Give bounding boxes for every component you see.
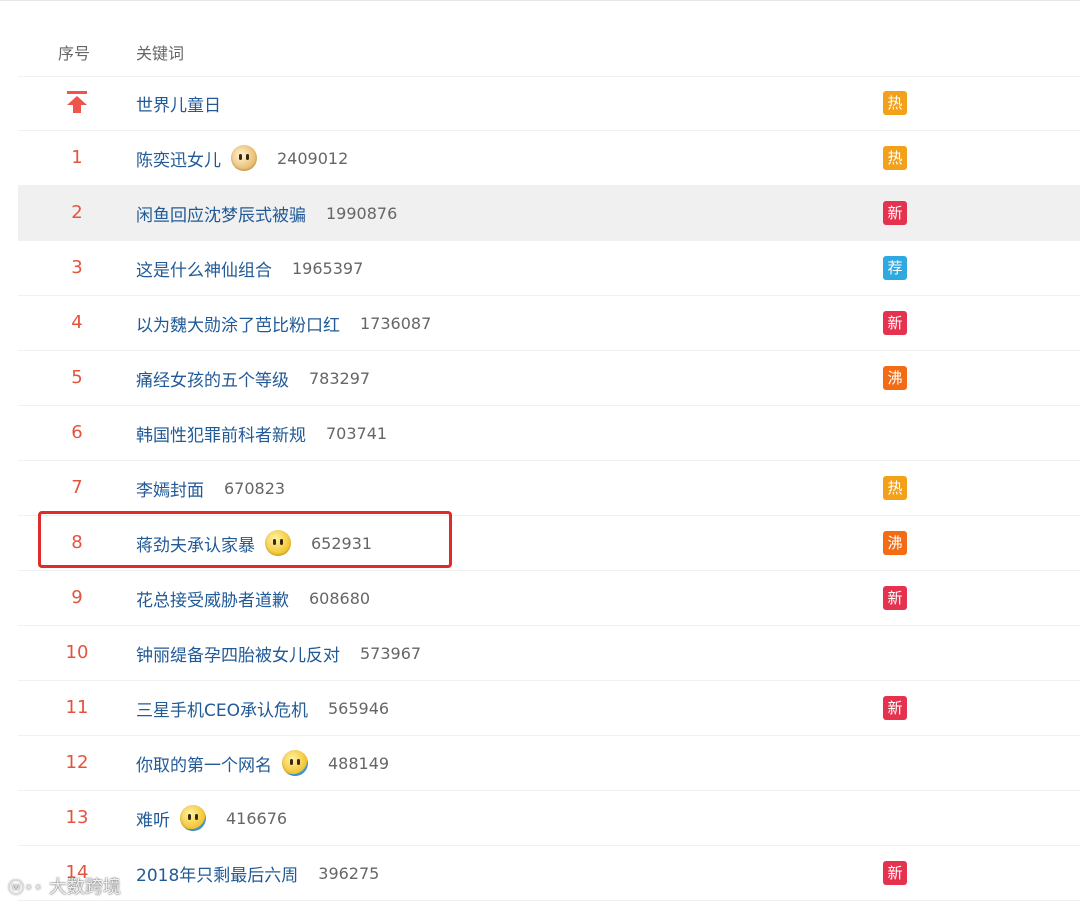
keyword-cell: 这是什么神仙组合 1965397 [136,241,363,295]
search-count: 488149 [328,753,390,773]
keyword-cell: 世界儿童日 [136,76,221,130]
rank-number: 4 [71,312,83,333]
table-row: 5 痛经女孩的五个等级 783297 沸 [18,351,1080,406]
keyword-link[interactable]: 你取的第一个网名 [136,751,272,776]
table-row: 9 花总接受威胁者道歉 608680 新 [18,571,1080,626]
search-count: 1965397 [292,258,364,278]
keyword-link[interactable]: 以为魏大勋涂了芭比粉口红 [136,311,340,336]
hot-search-list: 世界儿童日热 1 陈奕迅女儿 2409012 热 2 闲鱼回应沈梦辰式被骗 1990876 新 3… [18,76,1080,901]
header-index: 序号 [58,44,91,63]
rank-number: 5 [71,367,83,388]
dog-face-icon [231,145,257,171]
status-badge: 新 [883,861,907,885]
keyword-link[interactable]: 痛经女孩的五个等级 [136,366,289,391]
table-row: 2 闲鱼回应沈梦辰式被骗 1990876 新 [18,186,1080,241]
keyword-cell: 李嫣封面 670823 [136,461,285,515]
table-row: 10 钟丽缇备孕四胎被女儿反对 573967 [18,626,1080,681]
rank-number: 10 [65,642,89,663]
status-badge: 沸 [883,531,907,555]
keyword-cell: 三星手机CEO承认危机 565946 [136,681,389,735]
keyword-link[interactable]: 这是什么神仙组合 [136,256,272,281]
rank-number: 6 [71,422,83,443]
keyword-cell: 你取的第一个网名 488149 [136,736,389,790]
status-badge: 热 [883,146,907,170]
table-row: 6 韩国性犯罪前科者新规 703741 [18,406,1080,461]
keyword-link[interactable]: 世界儿童日 [136,91,221,116]
search-count: 608680 [309,588,371,608]
header-keyword: 关键词 [136,44,185,63]
search-count: 565946 [328,698,390,718]
search-count: 783297 [309,368,371,388]
keyword-cell: 难听 416676 [136,791,287,845]
table-row: 11 三星手机CEO承认危机 565946 新 [18,681,1080,736]
status-badge: 新 [883,586,907,610]
search-count: 670823 [224,478,286,498]
status-badge: 新 [883,201,907,225]
status-badge: 沸 [883,366,907,390]
search-count: 573967 [360,643,422,663]
keyword-cell: 闲鱼回应沈梦辰式被骗 1990876 [136,186,397,240]
highlight-annotation-box [38,511,452,568]
status-badge: 荐 [883,256,907,280]
search-count: 703741 [326,423,388,443]
table-row: 4 以为魏大勋涂了芭比粉口红 1736087 新 [18,296,1080,351]
keyword-link[interactable]: 2018年只剩最后六周 [136,861,298,886]
keyword-link[interactable]: 钟丽缇备孕四胎被女儿反对 [136,641,340,666]
keyword-cell: 花总接受威胁者道歉 608680 [136,571,370,625]
keyword-link[interactable]: 韩国性犯罪前科者新规 [136,421,306,446]
rank-number: 9 [71,587,83,608]
table-row: 世界儿童日 热 [18,76,1080,131]
weibo-logo-icon: ⓦ◦◦ [8,878,43,897]
rank-number: 12 [65,752,89,773]
rank-number: 13 [65,807,89,828]
table-row: 7 李嫣封面 670823 热 [18,461,1080,516]
table-row: 3 这是什么神仙组合 1965397 荐 [18,241,1080,296]
watermark-text: 大数跨境 [48,877,121,898]
keyword-link[interactable]: 李嫣封面 [136,476,204,501]
keyword-cell: 韩国性犯罪前科者新规 703741 [136,406,387,460]
keyword-cell: 以为魏大勋涂了芭比粉口红 1736087 [136,296,431,350]
search-count: 2409012 [277,148,349,168]
keyword-cell: 陈奕迅女儿 2409012 [136,131,348,185]
search-count: 396275 [318,863,380,883]
keyword-link[interactable]: 难听 [136,806,170,831]
search-count: 416676 [226,808,288,828]
table-row: 14 2018年只剩最后六周 396275 新 [18,846,1080,901]
status-badge: 新 [883,311,907,335]
table-row: 1 陈奕迅女儿 2409012 热 [18,131,1080,186]
keyword-cell: 2018年只剩最后六周 396275 [136,846,379,900]
rank-number: 1 [71,147,83,168]
table-row: 13 难听 416676 [18,791,1080,846]
keyword-link[interactable]: 陈奕迅女儿 [136,146,221,171]
status-badge: 热 [883,91,907,115]
search-count: 1736087 [360,313,432,333]
search-count: 1990876 [326,203,398,223]
keyword-cell: 钟丽缇备孕四胎被女儿反对 573967 [136,626,421,680]
pin-top-icon [67,91,87,113]
keyword-link[interactable]: 花总接受威胁者道歉 [136,586,289,611]
rank-number: 3 [71,257,83,278]
watermark: ⓦ◦◦ 大数跨境 [8,873,121,899]
keyword-cell: 痛经女孩的五个等级 783297 [136,351,370,405]
rank-number: 7 [71,477,83,498]
table-header: 序号 关键词 [18,24,1080,77]
status-badge: 新 [883,696,907,720]
top-divider [0,0,1080,1]
keyword-link[interactable]: 闲鱼回应沈梦辰式被骗 [136,201,306,226]
laughing-tears-icon [282,750,308,776]
status-badge: 热 [883,476,907,500]
rank-number: 2 [71,202,83,223]
laughing-tears-icon [180,805,206,831]
rank-number: 11 [65,697,89,718]
table-row: 12 你取的第一个网名 488149 [18,736,1080,791]
keyword-link[interactable]: 三星手机CEO承认危机 [136,696,308,721]
